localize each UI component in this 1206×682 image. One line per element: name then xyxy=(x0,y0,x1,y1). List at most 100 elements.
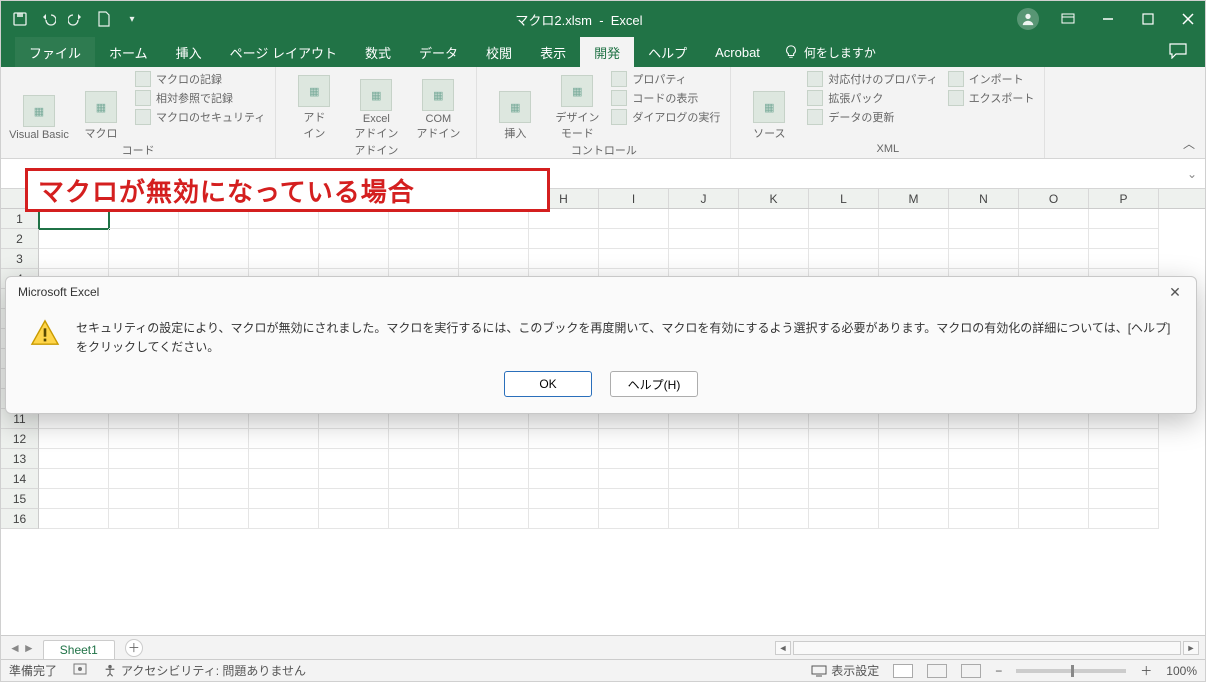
cell[interactable] xyxy=(389,469,459,489)
cell[interactable] xyxy=(1089,509,1159,529)
cell[interactable] xyxy=(1089,449,1159,469)
cell[interactable] xyxy=(739,509,809,529)
tab-ホーム[interactable]: ホーム xyxy=(95,37,162,67)
view-pagelayout-icon[interactable] xyxy=(927,664,947,678)
cell[interactable] xyxy=(739,469,809,489)
redo-icon[interactable] xyxy=(67,10,85,28)
ribbon-button[interactable]: ▦ソース xyxy=(741,71,797,141)
cell[interactable] xyxy=(249,429,319,449)
zoom-in-icon[interactable]: ＋ xyxy=(1140,662,1152,679)
cell[interactable] xyxy=(949,469,1019,489)
cell[interactable] xyxy=(529,249,599,269)
ribbon-display-options-icon[interactable] xyxy=(1057,8,1079,30)
ribbon-button[interactable]: ▦COM アドイン xyxy=(410,71,466,141)
ribbon-button[interactable]: 相対参照で記録 xyxy=(135,90,265,106)
scroll-right-icon[interactable]: ► xyxy=(1183,641,1199,655)
cell[interactable] xyxy=(319,209,389,229)
cell[interactable] xyxy=(1089,429,1159,449)
cell[interactable] xyxy=(179,449,249,469)
ribbon-button[interactable]: マクロの記録 xyxy=(135,71,265,87)
cell[interactable] xyxy=(249,449,319,469)
cell[interactable] xyxy=(109,469,179,489)
display-settings[interactable]: 表示設定 xyxy=(811,662,879,679)
tab-Acrobat[interactable]: Acrobat xyxy=(701,37,774,67)
cell[interactable] xyxy=(109,509,179,529)
cell[interactable] xyxy=(39,489,109,509)
cell[interactable] xyxy=(599,469,669,489)
ribbon-button[interactable]: ▦Visual Basic xyxy=(11,71,67,141)
add-sheet-button[interactable]: ＋ xyxy=(125,639,143,657)
cell[interactable] xyxy=(669,449,739,469)
cell[interactable] xyxy=(529,449,599,469)
row-header[interactable]: 1 xyxy=(1,209,39,229)
column-header[interactable]: O xyxy=(1019,189,1089,208)
row-header[interactable]: 12 xyxy=(1,429,39,449)
ribbon-button[interactable]: マクロのセキュリティ xyxy=(135,109,265,125)
tab-開発[interactable]: 開発 xyxy=(580,37,634,67)
ribbon-button[interactable]: コードの表示 xyxy=(611,90,720,106)
view-normal-icon[interactable] xyxy=(893,664,913,678)
cell[interactable] xyxy=(179,249,249,269)
undo-icon[interactable] xyxy=(39,10,57,28)
cell[interactable] xyxy=(249,469,319,489)
cell[interactable] xyxy=(459,249,529,269)
cell[interactable] xyxy=(739,489,809,509)
cell[interactable] xyxy=(109,489,179,509)
cell[interactable] xyxy=(809,449,879,469)
cell[interactable] xyxy=(879,509,949,529)
cell[interactable] xyxy=(529,229,599,249)
cell[interactable] xyxy=(949,449,1019,469)
cell[interactable] xyxy=(249,249,319,269)
cell[interactable] xyxy=(949,509,1019,529)
cell[interactable] xyxy=(249,509,319,529)
cell[interactable] xyxy=(739,229,809,249)
close-icon[interactable] xyxy=(1177,8,1199,30)
cell[interactable] xyxy=(459,429,529,449)
cell[interactable] xyxy=(1089,209,1159,229)
cell[interactable] xyxy=(1019,469,1089,489)
scroll-left-icon[interactable]: ◄ xyxy=(775,641,791,655)
cell[interactable] xyxy=(459,469,529,489)
cell[interactable] xyxy=(879,209,949,229)
cell[interactable] xyxy=(39,249,109,269)
cell[interactable] xyxy=(39,469,109,489)
cell[interactable] xyxy=(1019,489,1089,509)
row-header[interactable]: 3 xyxy=(1,249,39,269)
cell[interactable] xyxy=(739,429,809,449)
cell[interactable] xyxy=(249,229,319,249)
cell[interactable] xyxy=(1089,249,1159,269)
sheet-tab[interactable]: Sheet1 xyxy=(43,640,115,659)
cell[interactable] xyxy=(1019,509,1089,529)
cell[interactable] xyxy=(809,249,879,269)
tell-me-search[interactable]: 何をしますか xyxy=(784,37,876,67)
column-header[interactable]: N xyxy=(949,189,1019,208)
cell[interactable] xyxy=(1089,469,1159,489)
cell[interactable] xyxy=(1019,429,1089,449)
cell[interactable] xyxy=(529,509,599,529)
zoom-level[interactable]: 100% xyxy=(1166,664,1197,678)
record-macro-icon[interactable] xyxy=(73,663,87,678)
row-header[interactable]: 2 xyxy=(1,229,39,249)
cell[interactable] xyxy=(669,229,739,249)
cell[interactable] xyxy=(1019,209,1089,229)
ribbon-button[interactable]: エクスポート xyxy=(948,90,1035,106)
dialog-ok-button[interactable]: OK xyxy=(504,371,592,397)
cell[interactable] xyxy=(109,249,179,269)
ribbon-button[interactable]: ▦挿入 xyxy=(487,71,543,141)
cell[interactable] xyxy=(599,229,669,249)
cell[interactable] xyxy=(319,449,389,469)
cell[interactable] xyxy=(459,229,529,249)
dialog-close-icon[interactable]: ✕ xyxy=(1166,283,1184,301)
cell[interactable] xyxy=(39,429,109,449)
cell[interactable] xyxy=(109,229,179,249)
cell[interactable] xyxy=(179,429,249,449)
sheet-nav-next-icon[interactable]: ► xyxy=(23,641,35,655)
cell[interactable] xyxy=(599,209,669,229)
cell[interactable] xyxy=(739,249,809,269)
cell[interactable] xyxy=(879,249,949,269)
zoom-slider[interactable] xyxy=(1016,669,1126,673)
minimize-icon[interactable] xyxy=(1097,8,1119,30)
cell[interactable] xyxy=(459,449,529,469)
cell[interactable] xyxy=(599,249,669,269)
cell[interactable] xyxy=(179,509,249,529)
